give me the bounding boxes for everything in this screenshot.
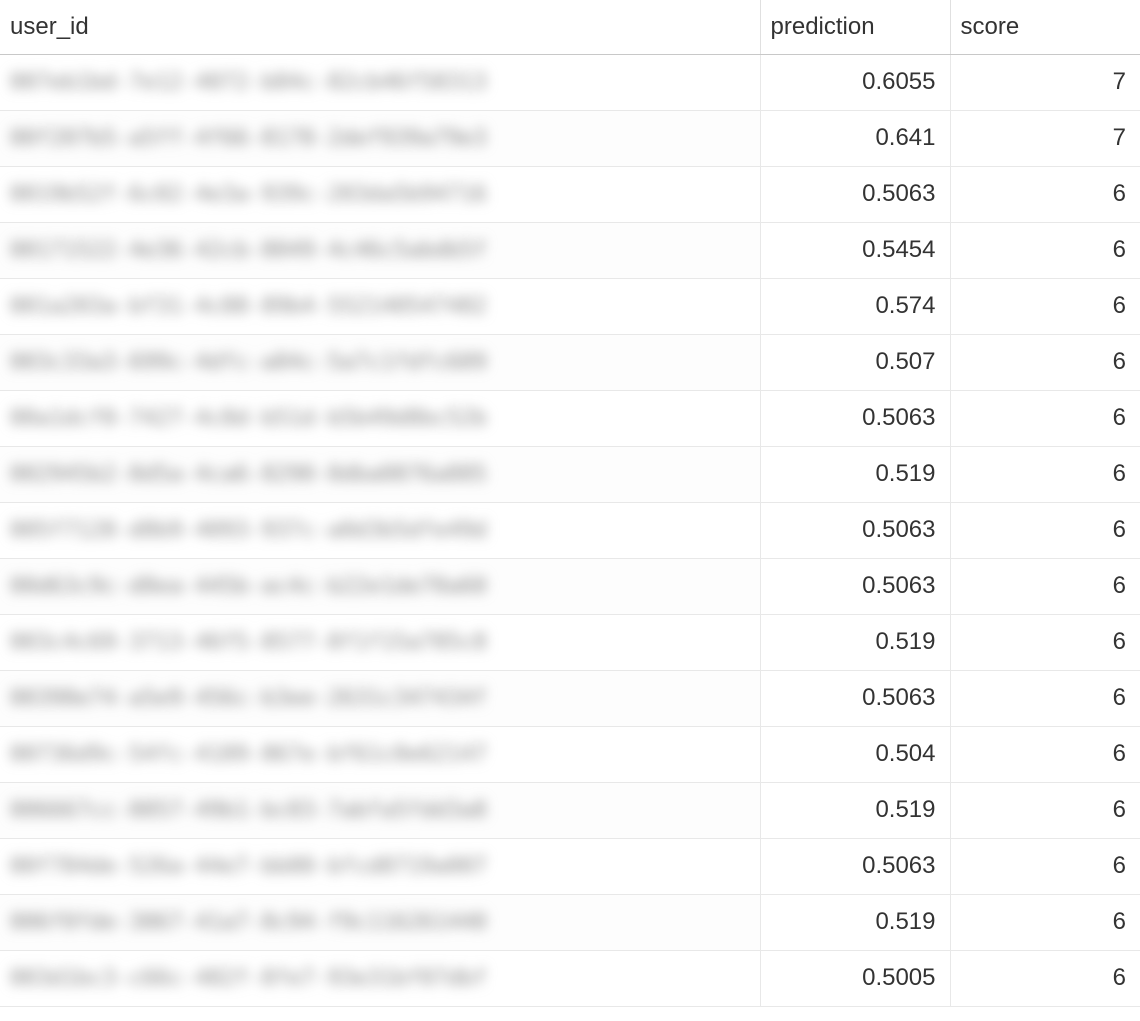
cell-user-id: 00a1dcf0-7427-4c8d-b51d-b5b49d8bc52b (0, 390, 760, 446)
cell-score: 6 (950, 334, 1140, 390)
cell-prediction: 0.519 (760, 446, 950, 502)
cell-score: 6 (950, 502, 1140, 558)
cell-user-id: 00736d9c-54fc-4189-867e-bf61c0e62147 (0, 726, 760, 782)
cell-prediction: 0.507 (760, 334, 950, 390)
table-row[interactable]: 00f784de-526a-44e7-bb80-bfcd8719a007 0.50… (0, 838, 1140, 894)
cell-score: 6 (950, 838, 1140, 894)
cell-prediction: 0.519 (760, 614, 950, 670)
user-id-value: 001a203a-bf31-4c88-89b4-552140547482 (10, 294, 487, 319)
table-row[interactable]: 00a1dcf0-7427-4c8d-b51d-b5b49d8bc52b 0.50… (0, 390, 1140, 446)
user-id-value: 003c4c69-3713-46f5-8577-8f1f15a785c8 (10, 630, 487, 655)
cell-score: 6 (950, 390, 1140, 446)
user-id-value: 002945b2-8d5a-4ca6-8290-0dba0876a885 (10, 462, 487, 487)
user-id-value: 006f0fde-3867-41a7-8c94-f9c116261440 (10, 910, 487, 935)
cell-user-id: 00f207b5-a5ff-4f66-8178-2def939a79e3 (0, 110, 760, 166)
column-header-prediction[interactable]: prediction (760, 0, 950, 54)
user-id-value: 00398e74-a5e9-456c-b3ee-2631c347434f (10, 686, 487, 711)
cell-prediction: 0.504 (760, 726, 950, 782)
table-row[interactable]: 00f207b5-a5ff-4f66-8178-2def939a79e3 0.64… (0, 110, 1140, 166)
column-header-score[interactable]: score (950, 0, 1140, 54)
cell-user-id: 006f0fde-3867-41a7-8c94-f9c116261440 (0, 894, 760, 950)
cell-prediction: 0.6055 (760, 54, 950, 110)
cell-score: 6 (950, 782, 1140, 838)
cell-user-id: 006667cc-8857-49b1-bc83-7abfa5fdd3a8 (0, 782, 760, 838)
user-id-value: 00f207b5-a5ff-4f66-8178-2def939a79e3 (10, 126, 487, 151)
cell-user-id: 001a203a-bf31-4c88-89b4-552140547482 (0, 278, 760, 334)
cell-prediction: 0.5063 (760, 390, 950, 446)
table-row[interactable]: 003c4c69-3713-46f5-8577-8f1f15a785c8 0.51… (0, 614, 1140, 670)
cell-score: 6 (950, 166, 1140, 222)
table-row[interactable]: 00d63c9c-d8ea-445b-ac4c-b22e1de70a60 0.50… (0, 558, 1140, 614)
cell-prediction: 0.519 (760, 782, 950, 838)
cell-prediction: 0.5063 (760, 670, 950, 726)
table-row[interactable]: 00736d9c-54fc-4189-867e-bf61c0e62147 0.50… (0, 726, 1140, 782)
user-id-value: 0019b52f-6c02-4e3a-939c-203da5b94716 (10, 182, 487, 207)
table-header-row: user_id prediction score (0, 0, 1140, 54)
user-id-value: 00f784de-526a-44e7-bb80-bfcd8719a007 (10, 854, 487, 879)
user-id-value: 003d1bc3-c66c-482f-8fe7-93e31bf07dbf (10, 966, 487, 991)
cell-score: 6 (950, 726, 1140, 782)
table-row[interactable]: 0019b52f-6c02-4e3a-939c-203da5b94716 0.50… (0, 166, 1140, 222)
cell-prediction: 0.5063 (760, 502, 950, 558)
cell-user-id: 007eb1bd-7e12-4072-b84c-82cb46f58313 (0, 54, 760, 110)
table-row[interactable]: 00398e74-a5e9-456c-b3ee-2631c347434f 0.50… (0, 670, 1140, 726)
cell-user-id: 00171522-4e36-42cb-8049-4c46c5abdb5f (0, 222, 760, 278)
cell-user-id: 003c33a3-699c-4dfc-a84c-5a7c1fdfc689 (0, 334, 760, 390)
cell-score: 6 (950, 222, 1140, 278)
cell-score: 7 (950, 54, 1140, 110)
cell-prediction: 0.519 (760, 894, 950, 950)
table-row[interactable]: 002945b2-8d5a-4ca6-8290-0dba0876a885 0.51… (0, 446, 1140, 502)
cell-score: 6 (950, 558, 1140, 614)
column-header-user-id[interactable]: user_id (0, 0, 760, 54)
cell-prediction: 0.574 (760, 278, 950, 334)
user-id-value: 005f7128-d8b9-4093-937c-a0d3b5dfe49d (10, 518, 487, 543)
cell-score: 6 (950, 670, 1140, 726)
cell-user-id: 00f784de-526a-44e7-bb80-bfcd8719a007 (0, 838, 760, 894)
table-row[interactable]: 007eb1bd-7e12-4072-b84c-82cb46f58313 0.60… (0, 54, 1140, 110)
cell-prediction: 0.5063 (760, 166, 950, 222)
cell-prediction: 0.5063 (760, 838, 950, 894)
cell-prediction: 0.641 (760, 110, 950, 166)
table-row[interactable]: 006667cc-8857-49b1-bc83-7abfa5fdd3a8 0.51… (0, 782, 1140, 838)
user-id-value: 007eb1bd-7e12-4072-b84c-82cb46f58313 (10, 70, 487, 95)
cell-score: 6 (950, 894, 1140, 950)
table-row[interactable]: 00171522-4e36-42cb-8049-4c46c5abdb5f 0.54… (0, 222, 1140, 278)
user-id-value: 003c33a3-699c-4dfc-a84c-5a7c1fdfc689 (10, 350, 487, 375)
table-row[interactable]: 006f0fde-3867-41a7-8c94-f9c116261440 0.51… (0, 894, 1140, 950)
user-id-value: 00736d9c-54fc-4189-867e-bf61c0e62147 (10, 742, 487, 767)
cell-prediction: 0.5454 (760, 222, 950, 278)
table-row[interactable]: 003c33a3-699c-4dfc-a84c-5a7c1fdfc689 0.50… (0, 334, 1140, 390)
cell-score: 6 (950, 278, 1140, 334)
user-id-value: 00171522-4e36-42cb-8049-4c46c5abdb5f (10, 238, 487, 263)
table-row[interactable]: 001a203a-bf31-4c88-89b4-552140547482 0.57… (0, 278, 1140, 334)
cell-score: 6 (950, 614, 1140, 670)
user-id-value: 006667cc-8857-49b1-bc83-7abfa5fdd3a8 (10, 798, 487, 823)
user-id-value: 00d63c9c-d8ea-445b-ac4c-b22e1de70a60 (10, 574, 487, 599)
cell-user-id: 0019b52f-6c02-4e3a-939c-203da5b94716 (0, 166, 760, 222)
cell-user-id: 002945b2-8d5a-4ca6-8290-0dba0876a885 (0, 446, 760, 502)
cell-score: 6 (950, 446, 1140, 502)
cell-user-id: 00398e74-a5e9-456c-b3ee-2631c347434f (0, 670, 760, 726)
cell-prediction: 0.5063 (760, 558, 950, 614)
cell-user-id: 003d1bc3-c66c-482f-8fe7-93e31bf07dbf (0, 950, 760, 1006)
data-table: user_id prediction score 007eb1bd-7e12-4… (0, 0, 1140, 1007)
cell-user-id: 003c4c69-3713-46f5-8577-8f1f15a785c8 (0, 614, 760, 670)
cell-user-id: 00d63c9c-d8ea-445b-ac4c-b22e1de70a60 (0, 558, 760, 614)
table-row[interactable]: 005f7128-d8b9-4093-937c-a0d3b5dfe49d 0.50… (0, 502, 1140, 558)
cell-user-id: 005f7128-d8b9-4093-937c-a0d3b5dfe49d (0, 502, 760, 558)
user-id-value: 00a1dcf0-7427-4c8d-b51d-b5b49d8bc52b (10, 406, 487, 431)
table-row[interactable]: 003d1bc3-c66c-482f-8fe7-93e31bf07dbf 0.50… (0, 950, 1140, 1006)
cell-score: 7 (950, 110, 1140, 166)
cell-prediction: 0.5005 (760, 950, 950, 1006)
cell-score: 6 (950, 950, 1140, 1006)
